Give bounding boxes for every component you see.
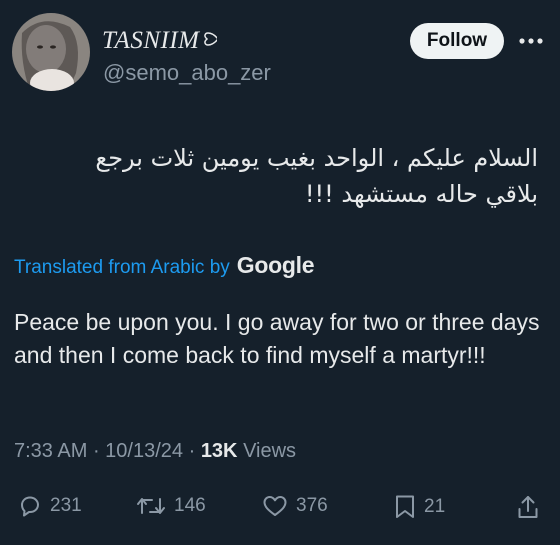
translation-attribution: Translated from Arabic by Google [14, 252, 315, 279]
reply-button[interactable]: 231 [18, 494, 82, 518]
views-count: 13K [200, 440, 238, 462]
author-handle[interactable]: @semo_abo_zer [103, 60, 271, 86]
bookmark-count: 21 [424, 496, 446, 517]
meta-separator: · [87, 440, 106, 462]
repost-button[interactable]: 146 [136, 494, 206, 518]
views-label: Views [237, 440, 297, 462]
bookmark-icon [396, 495, 414, 518]
avatar-photo [12, 13, 90, 91]
avatar[interactable] [12, 13, 90, 91]
reply-count: 231 [50, 495, 82, 516]
white-heart-icon [203, 29, 220, 54]
action-bar: 231 146 376 21 [18, 494, 542, 524]
more-horizontal-icon [519, 38, 543, 44]
google-logo: Google [236, 252, 315, 278]
author-name-row[interactable]: TASNIIM [102, 27, 220, 55]
share-icon [518, 496, 538, 518]
author-display-name[interactable]: TASNIIM [102, 27, 199, 55]
translated-from-label[interactable]: Translated from Arabic by [14, 257, 230, 279]
tweet-translated-text: Peace be upon you. I go away for two or … [14, 309, 540, 368]
tweet-meta: 7:33 AM · 10/13/24 · 13K Views [14, 440, 296, 463]
tweet-time[interactable]: 7:33 AM [14, 440, 87, 462]
share-button[interactable] [516, 494, 540, 520]
repost-icon [137, 498, 165, 514]
follow-button[interactable]: Follow [410, 23, 504, 59]
heart-icon [263, 496, 287, 516]
bookmark-button[interactable]: 21 [394, 494, 445, 520]
more-options-button[interactable] [516, 27, 546, 55]
like-count: 376 [296, 495, 328, 516]
reply-icon [21, 496, 39, 517]
like-button[interactable]: 376 [262, 494, 328, 518]
tweet-original-text: السلام عليكم ، الواحد بغيب يومين ثلات بر… [95, 144, 538, 208]
tweet-date[interactable]: 10/13/24 [105, 440, 183, 462]
meta-separator: · [183, 440, 201, 462]
repost-count: 146 [174, 495, 206, 516]
